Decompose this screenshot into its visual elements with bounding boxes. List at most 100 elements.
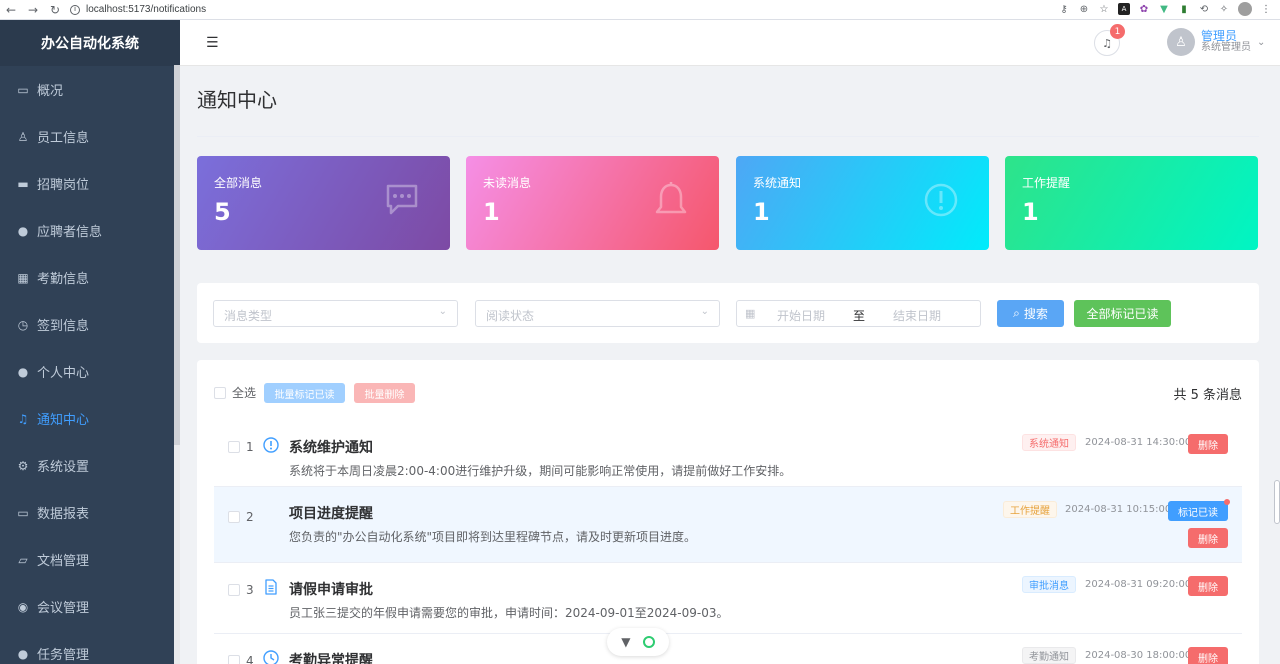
sidebar-item-applicants[interactable]: ● 应聘者信息 [0, 207, 180, 254]
devtools-floating-toolbar[interactable]: ▼ [607, 628, 669, 656]
briefcase-icon: ▬ [17, 176, 29, 191]
message-index: 2 [246, 510, 254, 524]
sidebar-item-attendance[interactable]: ▦ 考勤信息 [0, 254, 180, 301]
end-date-input[interactable]: 结束日期 [893, 307, 941, 324]
message-index: 3 [246, 583, 254, 597]
user-dropdown[interactable]: ♙ 管理员 系统管理员 ⌄ [1167, 28, 1265, 56]
chevron-down-icon: ⌄ [438, 306, 447, 317]
sidebar-item-notifications[interactable]: ♫ 通知中心 [0, 395, 180, 442]
stat-label: 未读消息 [483, 176, 532, 190]
message-item[interactable]: 3 请假申请审批 员工张三提交的年假申请需要您的审批，申请时间：2024-09-… [214, 563, 1242, 634]
notification-button[interactable]: ♫ 1 [1094, 24, 1125, 56]
message-checkbox[interactable] [228, 655, 240, 664]
key-icon[interactable]: ⚷ [1058, 3, 1070, 15]
read-status-select[interactable]: 阅读状态 ⌄ [475, 300, 720, 327]
message-index: 1 [246, 440, 254, 454]
message-item[interactable]: 1 系统维护通知 系统将于本周日凌晨2:00-4:00进行维护升级，期间可能影响… [214, 417, 1242, 487]
sidebar-item-documents[interactable]: ▱ 文档管理 [0, 536, 180, 583]
back-icon[interactable]: ← [4, 3, 18, 17]
message-checkbox[interactable] [228, 441, 240, 453]
stat-value: 1 [483, 198, 500, 226]
delete-button[interactable]: 删除 [1188, 434, 1228, 454]
message-type-tag: 系统通知 [1022, 434, 1076, 451]
reload-icon[interactable]: ↻ [48, 3, 62, 17]
menu-toggle-icon[interactable]: ☰ [206, 35, 219, 51]
message-type-select[interactable]: 消息类型 ⌄ [213, 300, 458, 327]
select-placeholder: 消息类型 [224, 309, 273, 323]
mark-read-button[interactable]: 标记已读 [1168, 499, 1230, 521]
message-item[interactable]: 4 考勤异常提醒 考勤通知 2024-08-30 18:00:00 删除 [214, 634, 1242, 664]
sidebar-item-reports[interactable]: ▭ 数据报表 [0, 489, 180, 536]
select-all[interactable]: 全选 [214, 384, 256, 401]
extension-icon[interactable]: ✿ [1138, 3, 1150, 15]
stat-card-system[interactable]: 系统通知 1 [736, 156, 989, 250]
page-scrollbar[interactable] [1274, 480, 1280, 524]
stat-label: 系统通知 [753, 176, 802, 190]
sidebar-item-overview[interactable]: ▭ 概况 [0, 66, 180, 113]
user-name: 管理员 [1201, 29, 1238, 43]
sidebar-item-meetings[interactable]: ◉ 会议管理 [0, 583, 180, 630]
sidebar-item-settings[interactable]: ⚙ 系统设置 [0, 442, 180, 489]
clock-icon: ◷ [17, 317, 29, 332]
select-all-checkbox[interactable] [214, 386, 226, 399]
top-header: ☰ ♫ 1 ♙ 管理员 系统管理员 ⌄ [180, 20, 1280, 66]
message-title: 考勤异常提醒 [289, 653, 373, 664]
site-info-icon[interactable]: i [70, 4, 80, 15]
stat-card-work[interactable]: 工作提醒 1 [1005, 156, 1258, 250]
sidebar-item-label: 数据报表 [37, 507, 90, 522]
forward-icon[interactable]: → [26, 3, 40, 17]
batch-delete-button[interactable]: 批量删除 [354, 383, 415, 403]
notification-badge: 1 [1110, 24, 1125, 39]
message-checkbox[interactable] [228, 511, 240, 523]
search-button-label: 搜索 [1023, 307, 1048, 321]
puzzle-icon[interactable]: ✧ [1218, 3, 1230, 15]
browser-toolbar: ← → ↻ i localhost:5173/notifications ⚷ ⊕… [0, 0, 1280, 20]
message-item[interactable]: 2 项目进度提醒 您负责的"办公自动化系统"项目即将到达里程碑节点，请及时更新项… [214, 487, 1242, 563]
message-checkbox[interactable] [228, 584, 240, 596]
sidebar-item-label: 文档管理 [37, 554, 90, 569]
menu-dots-icon[interactable]: ⋮ [1260, 3, 1272, 15]
stat-label: 全部消息 [214, 176, 263, 190]
batch-mark-read-button[interactable]: 批量标记已读 [264, 383, 345, 403]
sidebar-item-tasks[interactable]: ● 任务管理 [0, 630, 180, 664]
stat-card-all[interactable]: 全部消息 5 [197, 156, 450, 250]
vue-devtools-icon[interactable]: ▼ [1158, 3, 1170, 15]
user-filled-icon: ● [17, 646, 29, 661]
extension-icon[interactable]: ▮ [1178, 3, 1190, 15]
message-type-tag: 工作提醒 [1003, 501, 1057, 518]
profile-avatar-icon[interactable] [1238, 2, 1252, 16]
stat-card-unread[interactable]: 未读消息 1 [466, 156, 719, 250]
extension-icon[interactable]: ⟲ [1198, 3, 1210, 15]
delete-button[interactable]: 删除 [1188, 576, 1228, 596]
address-bar[interactable]: i localhost:5173/notifications [70, 4, 206, 15]
message-time: 2024-08-30 18:00:00 [1085, 650, 1192, 661]
total-count: 共 5 条消息 [1173, 388, 1242, 403]
delete-button[interactable]: 删除 [1188, 528, 1228, 548]
sidebar-item-profile[interactable]: ● 个人中心 [0, 348, 180, 395]
range-separator: 至 [853, 309, 866, 323]
sidebar-item-employees[interactable]: ♙ 员工信息 [0, 113, 180, 160]
inspect-icon[interactable] [642, 636, 655, 648]
bell-icon: ♫ [1102, 36, 1112, 50]
page-title: 通知中心 [197, 88, 277, 112]
message-type-tag: 审批消息 [1022, 576, 1076, 593]
mark-all-read-button[interactable]: 全部标记已读 [1074, 300, 1171, 327]
vue-devtools-icon[interactable]: ▼ [621, 635, 630, 649]
stat-value: 1 [1022, 198, 1039, 226]
search-button[interactable]: ⌕ 搜索 [997, 300, 1064, 327]
avatar: ♙ [1167, 28, 1195, 56]
bell-icon: ♫ [17, 411, 29, 426]
sidebar-item-label: 考勤信息 [37, 272, 90, 287]
sidebar-item-checkin[interactable]: ◷ 签到信息 [0, 301, 180, 348]
start-date-input[interactable]: 开始日期 [777, 307, 825, 324]
extension-icon[interactable]: A [1118, 3, 1130, 15]
app-title: 办公自动化系统 [0, 20, 180, 66]
message-content: 您负责的"办公自动化系统"项目即将到达里程碑节点，请及时更新项目进度。 [289, 530, 697, 544]
delete-button[interactable]: 删除 [1188, 647, 1228, 664]
zoom-icon[interactable]: ⊕ [1078, 3, 1090, 15]
date-range-picker[interactable]: ▦ 开始日期 至 结束日期 [736, 300, 981, 327]
star-icon[interactable]: ☆ [1098, 3, 1110, 15]
clock-icon [263, 650, 279, 664]
sidebar-item-jobs[interactable]: ▬ 招聘岗位 [0, 160, 180, 207]
search-icon: ⌕ [1013, 306, 1020, 320]
